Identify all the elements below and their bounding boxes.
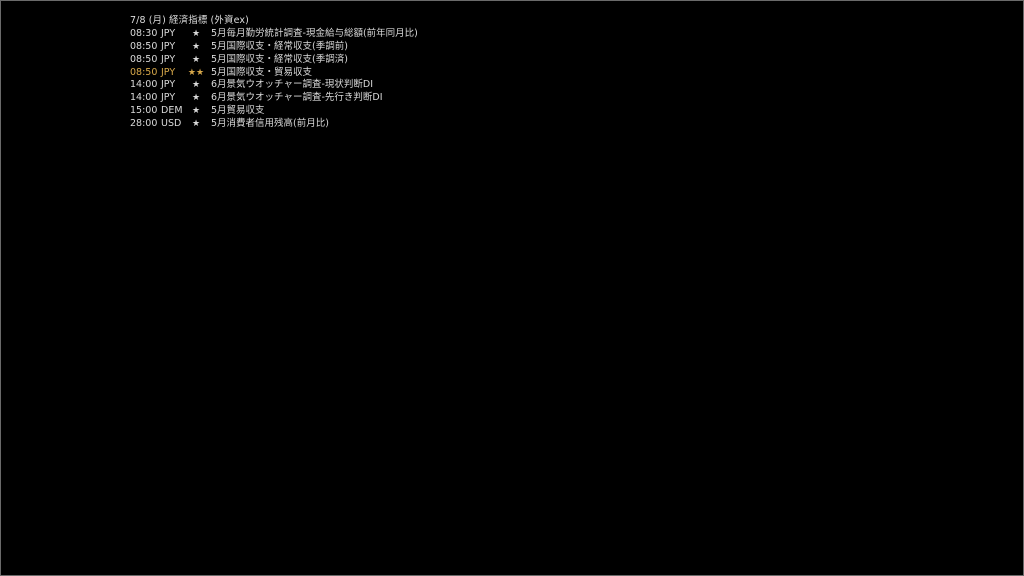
event-time: 08:50	[130, 66, 158, 78]
event-currency: DEM	[161, 105, 183, 117]
event-row: 14:00 JPY ★ 6月景気ウオッチャー調査-先行き判断DI	[130, 92, 383, 105]
event-time: 14:00	[130, 79, 158, 91]
event-name: 6月景気ウオッチャー調査-現状判断DI	[211, 79, 373, 91]
event-currency: JPY	[161, 79, 176, 91]
importance-star-icon: ★	[191, 28, 201, 39]
importance-star-icon: ★	[191, 106, 201, 117]
economic-indicators-panel: 7/8 (月) 経済指標 (外資ex) 08:30 JPY ★ 5月毎月勤労統計…	[130, 15, 418, 131]
event-row: 08:30 JPY ★ 5月毎月勤労統計調査-現金給与総額(前年同月比)	[130, 27, 418, 41]
event-name: 5月貿易収支	[211, 105, 265, 117]
event-name: 5月消費者信用残高(前月比)	[211, 118, 329, 130]
importance-star-icon: ★	[191, 119, 201, 130]
event-currency: JPY	[161, 27, 176, 39]
event-row: 28:00 USD ★ 5月消費者信用残高(前月比)	[130, 118, 329, 131]
event-time: 15:00	[130, 105, 158, 117]
event-row: 15:00 DEM ★ 5月貿易収支	[130, 105, 265, 118]
event-row: 08:50 JPY ★ 5月国際収支・経常収支(季調前)	[130, 40, 348, 54]
event-time: 08:30	[130, 27, 158, 39]
event-currency: JPY	[161, 66, 176, 78]
event-row: 14:00 JPY ★ 6月景気ウオッチャー調査-現状判断DI	[130, 79, 373, 92]
event-time: 08:50	[130, 40, 158, 52]
event-currency: JPY	[161, 92, 176, 104]
event-time: 14:00	[130, 92, 158, 104]
event-name: 6月景気ウオッチャー調査-先行き判断DI	[211, 92, 383, 104]
event-row-highlighted: 08:50 JPY ★★ 5月国際収支・貿易収支	[130, 66, 312, 80]
event-time: 08:50	[130, 53, 158, 65]
importance-star-icon: ★	[191, 41, 201, 52]
importance-star-icon: ★	[191, 80, 201, 91]
event-time: 28:00	[130, 118, 158, 130]
panel-title: 7/8 (月) 経済指標 (外資ex)	[130, 15, 249, 26]
importance-star-icon: ★	[191, 93, 201, 104]
event-name: 5月国際収支・経常収支(季調前)	[211, 40, 348, 52]
event-currency: USD	[161, 118, 182, 130]
event-row: 08:50 JPY ★ 5月国際収支・経常収支(季調済)	[130, 53, 348, 67]
importance-star-icon: ★	[191, 54, 201, 65]
importance-star-icon: ★★	[187, 67, 205, 78]
event-name: 5月国際収支・経常収支(季調済)	[211, 53, 348, 65]
event-name: 5月国際収支・貿易収支	[211, 66, 313, 78]
window-frame: 7/8 (月) 経済指標 (外資ex) 08:30 JPY ★ 5月毎月勤労統計…	[0, 0, 1024, 576]
event-name: 5月毎月勤労統計調査-現金給与総額(前年同月比)	[211, 27, 418, 39]
event-currency: JPY	[161, 53, 176, 65]
event-currency: JPY	[161, 40, 176, 52]
